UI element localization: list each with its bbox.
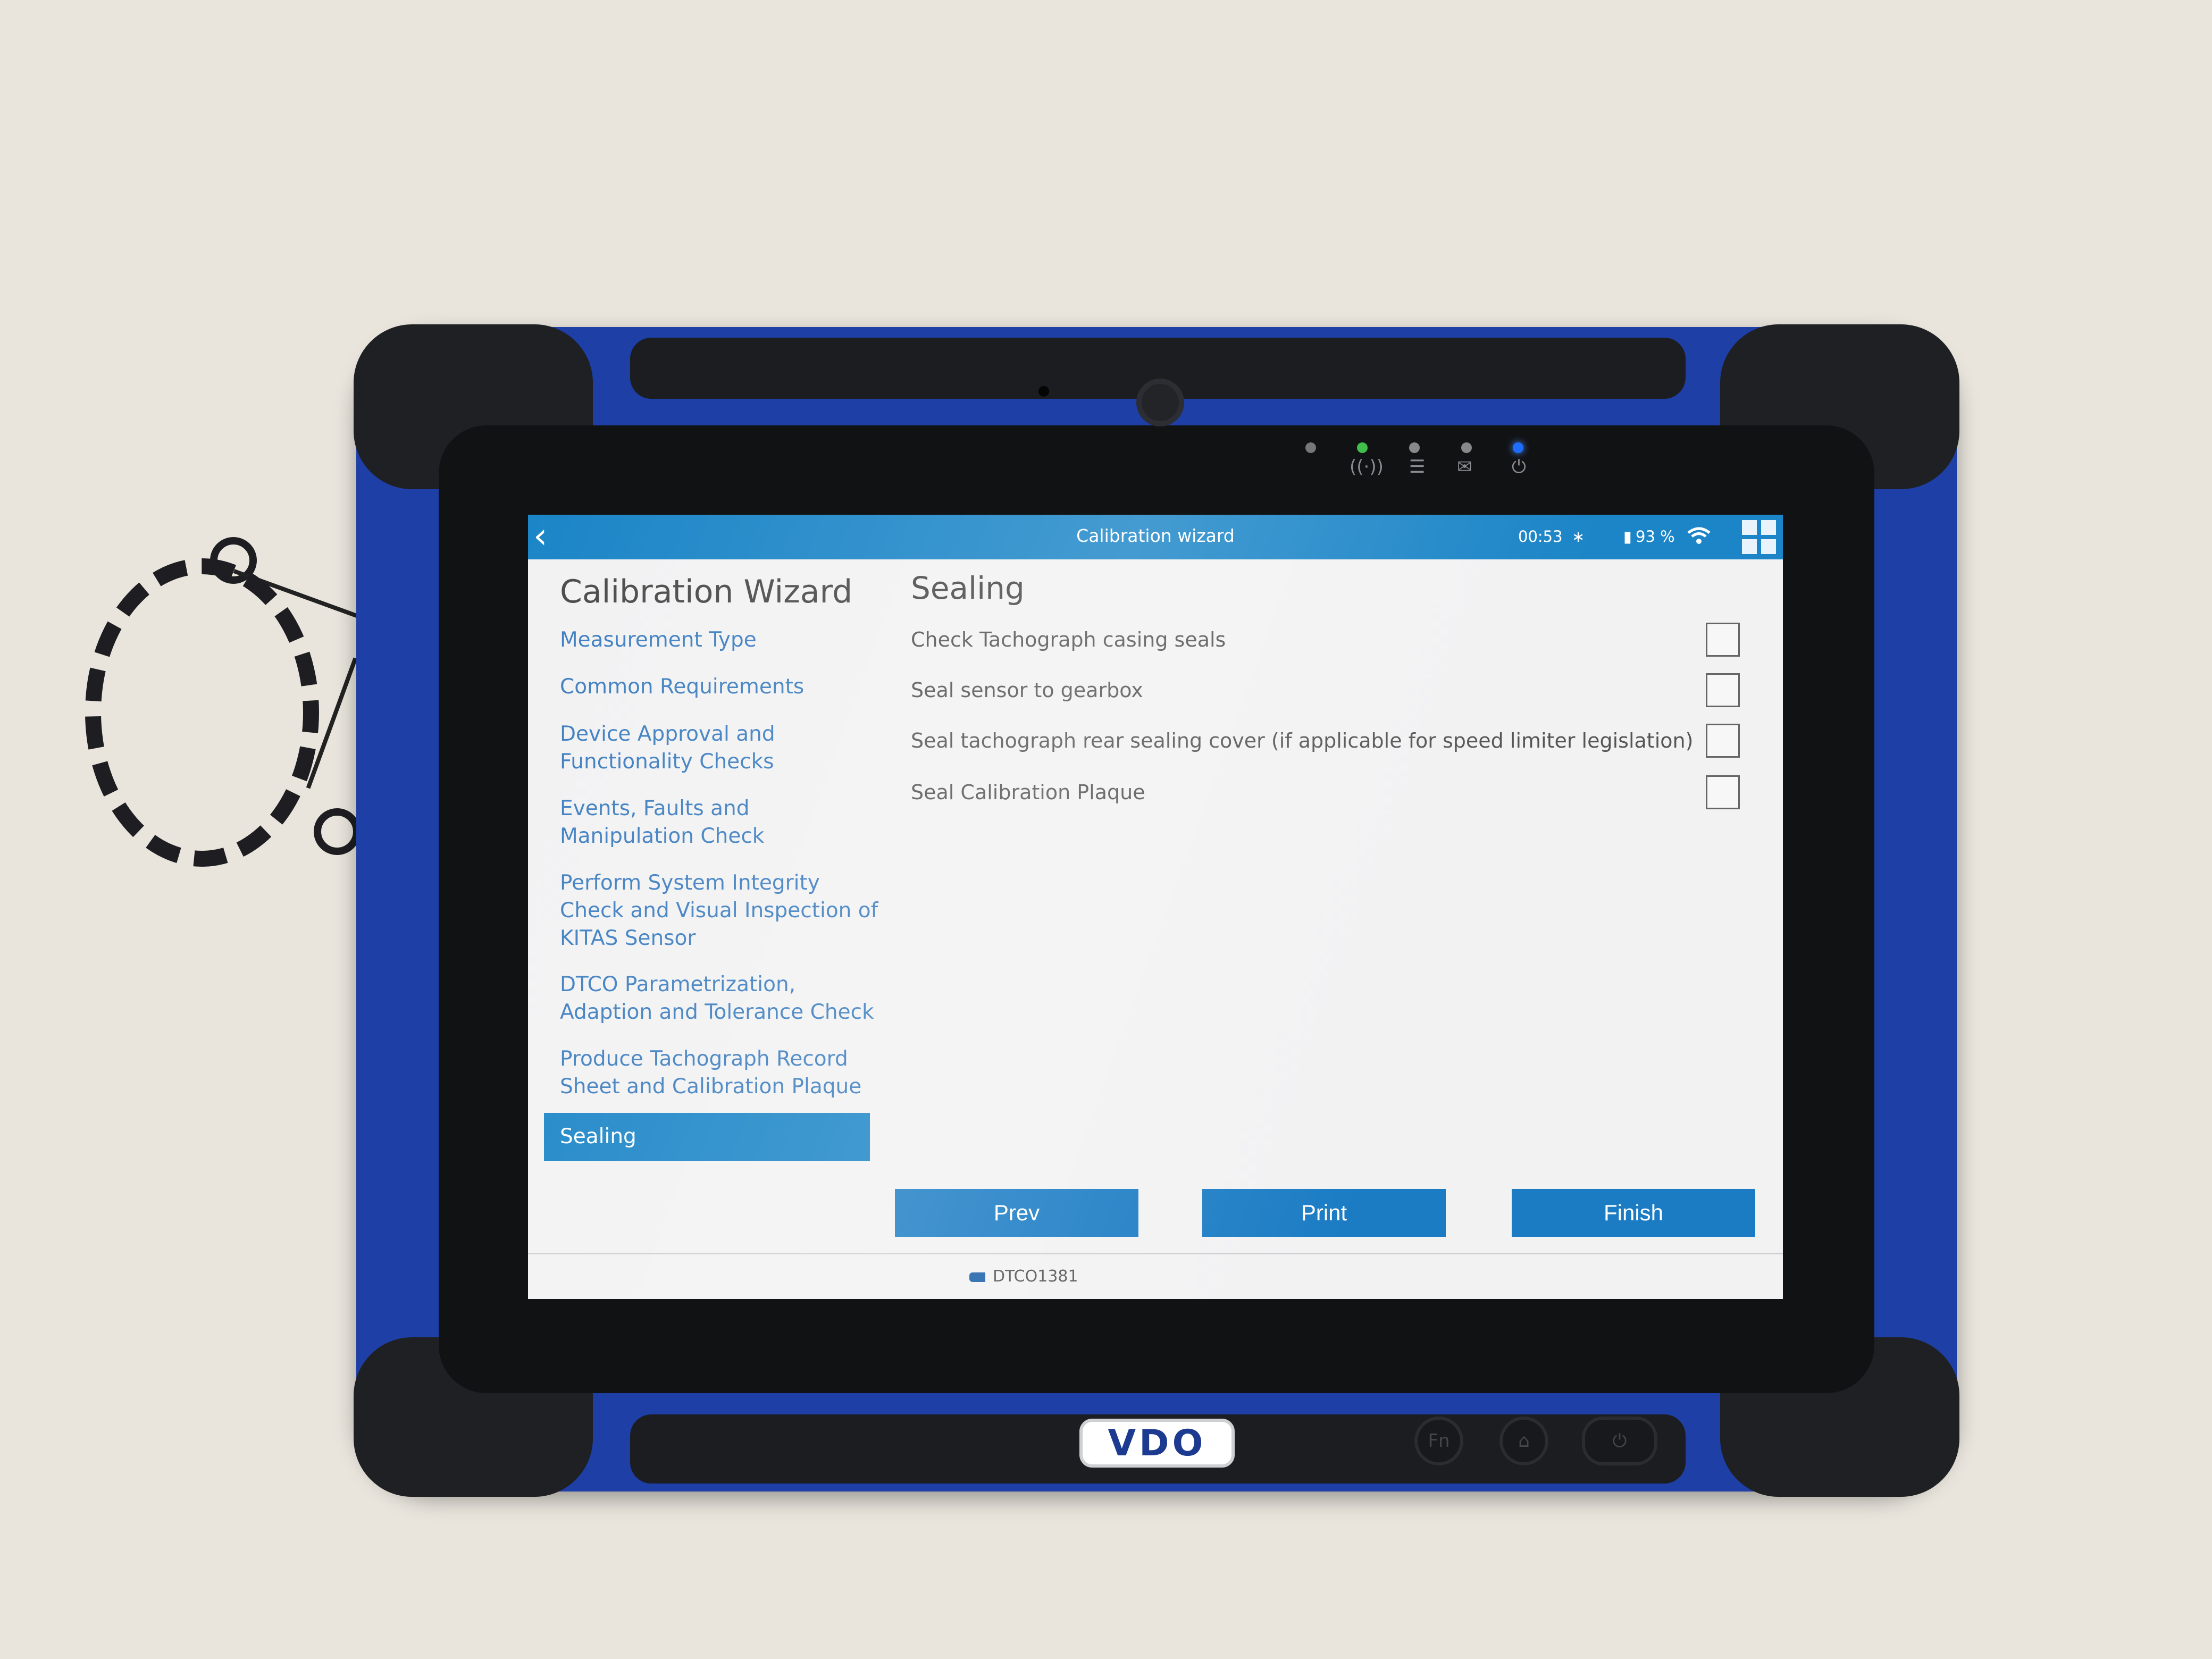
nav-label: Manipulation Check xyxy=(560,824,765,848)
check-label: Check Tachograph casing seals xyxy=(911,628,1226,651)
nav-sealing-selected[interactable]: Sealing xyxy=(544,1113,870,1161)
nav-label: Perform System Integrity xyxy=(560,871,820,895)
nav-system-integrity[interactable]: Perform System Integrity Check and Visua… xyxy=(560,869,879,952)
mail-icon: ✉ xyxy=(1457,456,1472,477)
prev-button[interactable]: Prev xyxy=(895,1189,1138,1237)
led-list xyxy=(1409,442,1420,453)
nav-label: Produce Tachograph Record xyxy=(560,1047,848,1071)
screen: ‹ Calibration wizard 00:53 ∗ ▮ 93 % Cali… xyxy=(528,515,1783,1299)
check-row: Seal sensor to gearbox xyxy=(911,673,1740,710)
list-icon: ☰ xyxy=(1409,456,1426,477)
battery-level: 93 % xyxy=(1636,527,1675,546)
bluetooth-icon: ∗ xyxy=(1572,527,1585,546)
nav-label: Common Requirements xyxy=(560,675,805,699)
front-camera xyxy=(1136,379,1184,426)
page-title: Sealing xyxy=(911,570,1025,606)
print-button[interactable]: Print xyxy=(1202,1189,1446,1237)
check-row: Seal Calibration Plaque xyxy=(911,775,1740,812)
connected-device: DTCO1381 xyxy=(969,1267,1078,1286)
nav-label: Device Approval and xyxy=(560,722,775,746)
led-wireless xyxy=(1357,442,1368,453)
nav-label: Functionality Checks xyxy=(560,750,774,774)
finish-button[interactable]: Finish xyxy=(1512,1189,1755,1237)
nav-label: Sheet and Calibration Plaque xyxy=(560,1075,862,1099)
seal-rear-cover-checkbox[interactable] xyxy=(1706,724,1740,758)
check-casing-seals-checkbox[interactable] xyxy=(1706,623,1740,657)
wireless-icon: ((·)) xyxy=(1350,456,1384,477)
led-mail xyxy=(1461,442,1472,453)
app-bar: ‹ Calibration wizard 00:53 ∗ ▮ 93 % xyxy=(528,515,1783,559)
seal-plaque-checkbox[interactable] xyxy=(1706,775,1740,809)
nav-label: Check and Visual Inspection of xyxy=(560,899,878,923)
check-row: Seal tachograph rear sealing cover (if a… xyxy=(911,724,1740,761)
nav-device-approval[interactable]: Device Approval and Functionality Checks xyxy=(560,720,879,776)
fn-button[interactable]: Fn xyxy=(1414,1417,1463,1465)
nav-label: DTCO Parametrization, xyxy=(560,973,796,996)
home-icon[interactable]: ⌂ xyxy=(1499,1417,1548,1465)
nav-label: Adaption and Tolerance Check xyxy=(560,1000,874,1024)
nav-label: Events, Faults and xyxy=(560,797,750,820)
microphone xyxy=(1038,386,1049,397)
led-power xyxy=(1513,442,1523,453)
nav-common-requirements[interactable]: Common Requirements xyxy=(560,673,879,701)
nav-measurement-type[interactable]: Measurement Type xyxy=(560,626,879,654)
nav-events-faults[interactable]: Events, Faults and Manipulation Check xyxy=(560,795,879,850)
clock: 00:53 xyxy=(1518,527,1563,546)
battery-icon: ▮ xyxy=(1623,527,1632,546)
power-icon: ⏻ xyxy=(1512,456,1526,477)
nav-dtco-parametrization[interactable]: DTCO Parametrization, Adaption and Toler… xyxy=(560,971,879,1026)
nav-label: KITAS Sensor xyxy=(560,926,696,950)
led-unused xyxy=(1305,442,1316,453)
wifi-icon xyxy=(1687,527,1711,544)
check-label: Seal sensor to gearbox xyxy=(911,678,1143,702)
power-button-icon[interactable]: ⏻ xyxy=(1582,1417,1657,1465)
lanyard-ring xyxy=(314,808,361,855)
nav-produce-record-sheet[interactable]: Produce Tachograph Record Sheet and Cali… xyxy=(560,1045,879,1101)
device-id: DTCO1381 xyxy=(993,1267,1078,1286)
check-label: Seal Calibration Plaque xyxy=(911,781,1145,804)
grid-icon[interactable] xyxy=(1742,520,1777,555)
check-row: Check Tachograph casing seals xyxy=(911,623,1740,660)
vdo-logo: VDO xyxy=(1079,1419,1235,1468)
check-label: Seal tachograph rear sealing cover (if a… xyxy=(911,729,1694,752)
seal-sensor-checkbox[interactable] xyxy=(1706,673,1740,707)
lanyard-coil xyxy=(85,558,319,867)
nav-label: Measurement Type xyxy=(560,628,757,652)
device-icon xyxy=(969,1272,985,1282)
sidebar-title: Calibration Wizard xyxy=(560,573,853,610)
app-title: Calibration wizard xyxy=(1076,525,1235,546)
footer-divider xyxy=(528,1253,1783,1254)
